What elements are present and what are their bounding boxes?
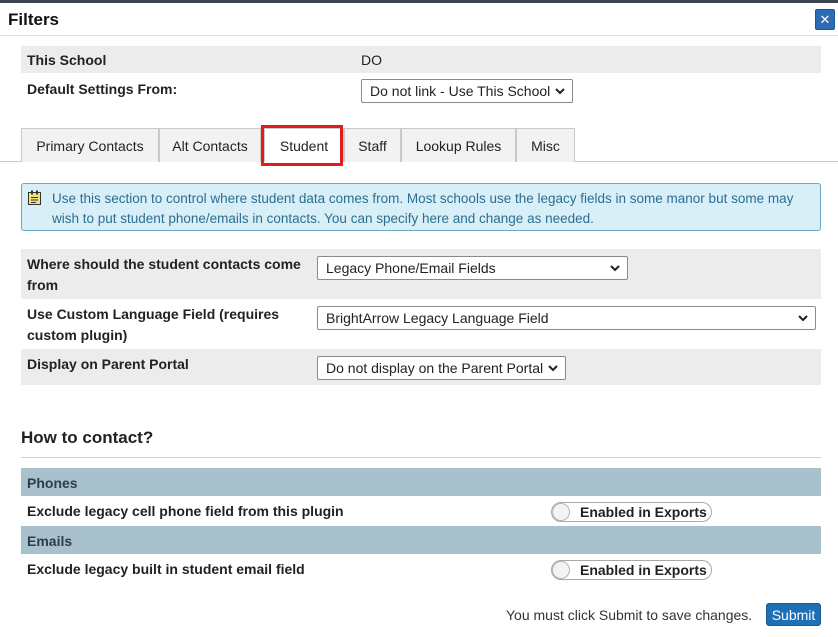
contacts-source-value: Legacy Phone/Email Fields: [326, 260, 496, 276]
this-school-row: This School DO: [21, 46, 821, 73]
this-school-label: This School: [27, 52, 107, 68]
chevron-down-icon: [555, 88, 565, 95]
toggle-knob: [552, 503, 570, 521]
window-top-border: [0, 0, 838, 3]
toggle-knob: [552, 561, 570, 579]
tab-lookup-rules[interactable]: Lookup Rules: [401, 128, 516, 162]
save-reminder-text: You must click Submit to save changes.: [506, 607, 753, 623]
contacts-source-label: Where should the student contacts come f…: [27, 256, 301, 293]
close-icon: ✕: [819, 11, 831, 27]
tab-student[interactable]: Student: [264, 128, 344, 162]
default-settings-label: Default Settings From:: [27, 81, 178, 97]
chevron-down-icon: [798, 315, 808, 322]
chevron-down-icon: [548, 365, 558, 372]
note-icon: [28, 190, 41, 205]
default-settings-value: Do not link - Use This School: [370, 83, 551, 99]
phones-group-header: Phones: [21, 468, 821, 496]
notice-text: Use this section to control where studen…: [52, 191, 794, 226]
default-settings-select[interactable]: Do not link - Use This School: [361, 79, 573, 103]
title-divider: [0, 35, 838, 36]
language-field-label: Use Custom Language Field (requires cust…: [27, 306, 280, 343]
this-school-value: DO: [361, 52, 382, 68]
how-to-contact-heading: How to contact?: [21, 428, 154, 447]
parent-portal-label: Display on Parent Portal: [27, 356, 189, 372]
submit-button[interactable]: Submit: [766, 603, 821, 626]
phone-option-label: Exclude legacy cell phone field from thi…: [27, 503, 344, 519]
contacts-source-select[interactable]: Legacy Phone/Email Fields: [317, 256, 628, 280]
language-field-value: BrightArrow Legacy Language Field: [326, 310, 549, 326]
email-export-toggle[interactable]: Enabled in Exports: [551, 560, 712, 580]
phone-toggle-label: Enabled in Exports: [580, 504, 707, 520]
email-option-label: Exclude legacy built in student email fi…: [27, 561, 305, 577]
tab-primary-contacts[interactable]: Primary Contacts: [21, 128, 159, 162]
phone-export-toggle[interactable]: Enabled in Exports: [551, 502, 712, 522]
tab-staff[interactable]: Staff: [344, 128, 401, 162]
chevron-down-icon: [610, 265, 620, 272]
email-toggle-label: Enabled in Exports: [580, 562, 707, 578]
dialog-title: Filters: [8, 10, 60, 29]
parent-portal-select[interactable]: Do not display on the Parent Portal: [317, 356, 566, 380]
language-field-select[interactable]: BrightArrow Legacy Language Field: [317, 306, 816, 330]
info-notice: Use this section to control where studen…: [21, 183, 821, 231]
emails-group-header: Emails: [21, 526, 821, 554]
tab-alt-contacts[interactable]: Alt Contacts: [159, 128, 261, 162]
parent-portal-value: Do not display on the Parent Portal: [326, 360, 544, 376]
section-divider: [21, 457, 821, 458]
tab-misc[interactable]: Misc: [516, 128, 575, 162]
close-button[interactable]: ✕: [815, 9, 835, 30]
